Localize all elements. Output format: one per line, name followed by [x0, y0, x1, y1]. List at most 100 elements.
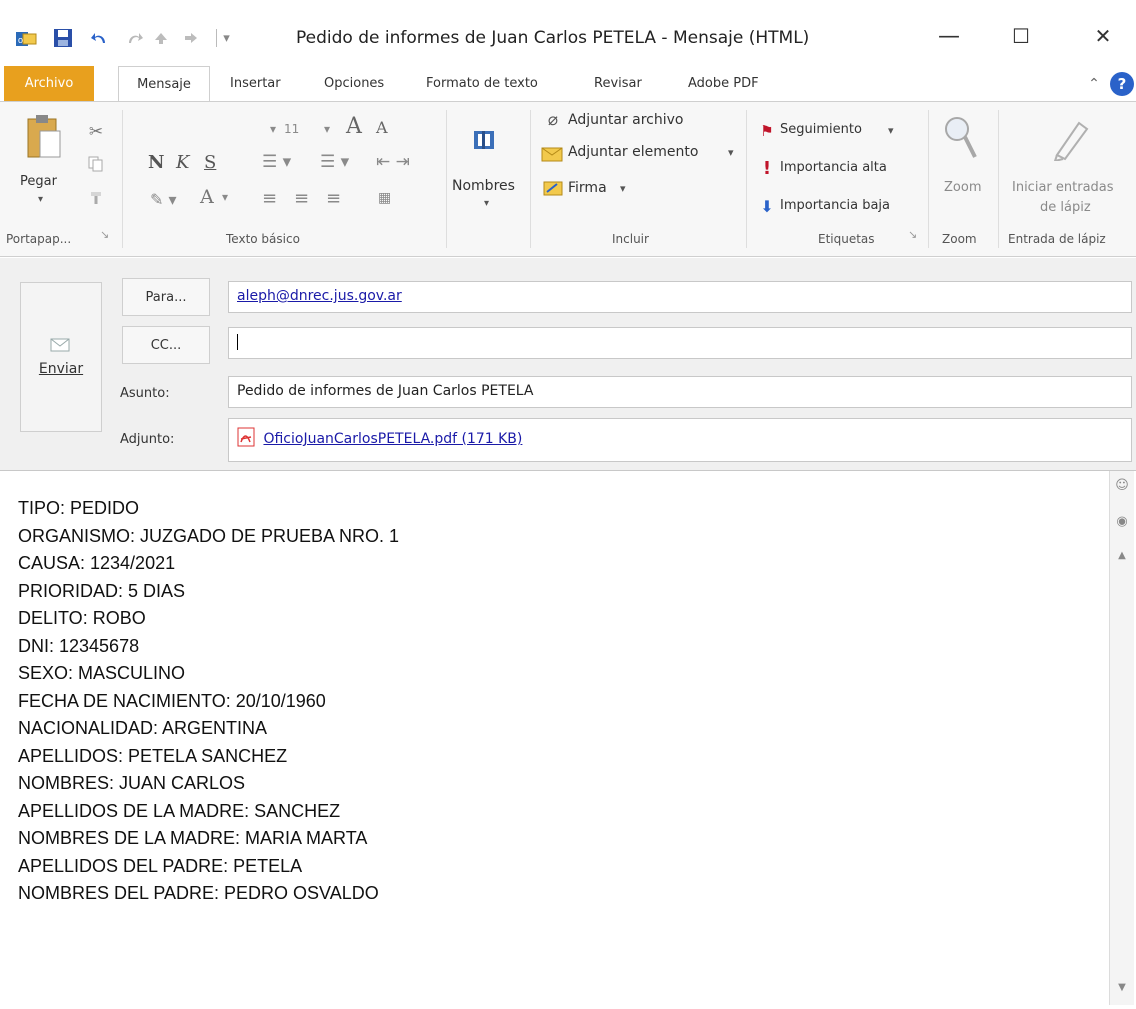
tab-insertar[interactable]: Insertar	[222, 66, 289, 101]
zoom-label[interactable]: Zoom	[944, 180, 981, 195]
scroll-down-icon[interactable]: ▼	[1114, 979, 1130, 995]
start-inking-label-2[interactable]: de lápiz	[1040, 200, 1091, 215]
styles-icon[interactable]: ▦	[378, 190, 391, 206]
separator	[928, 110, 929, 248]
maximize-button[interactable]: ☐	[998, 20, 1044, 52]
separator	[122, 110, 123, 248]
message-body-text: TIPO: PEDIDO ORGANISMO: JUZGADO DE PRUEBA…	[18, 495, 399, 908]
attach-item-dropdown-icon[interactable]: ▾	[728, 146, 734, 159]
high-importance-icon: !	[762, 157, 772, 179]
send-button[interactable]: Enviar	[20, 282, 102, 432]
to-recipient[interactable]: aleph@dnrec.jus.gov.ar	[237, 288, 402, 304]
scroll-up-icon[interactable]: ▲	[1114, 547, 1130, 563]
low-importance-button[interactable]: Importancia baja	[780, 198, 890, 213]
cc-button[interactable]: CC...	[122, 326, 210, 364]
subject-value: Pedido de informes de Juan Carlos PETELA	[237, 383, 534, 399]
tags-launcher-icon[interactable]: ↘	[908, 228, 917, 241]
align-right-icon[interactable]: ≡	[326, 188, 341, 209]
undo-icon[interactable]	[88, 26, 112, 50]
font-color-dropdown-icon[interactable]: ▾	[222, 190, 228, 204]
signature-button[interactable]: Firma	[568, 180, 607, 196]
attach-item-icon	[540, 144, 566, 164]
attach-file-button[interactable]: Adjuntar archivo	[568, 112, 683, 128]
contact-icon[interactable]: ◉	[1114, 513, 1130, 529]
save-icon[interactable]	[50, 26, 76, 50]
tab-mensaje[interactable]: Mensaje	[118, 66, 210, 103]
bold-button[interactable]: N	[148, 152, 164, 173]
tab-adobe-pdf[interactable]: Adobe PDF	[680, 66, 767, 101]
clipboard-paste-icon[interactable]	[22, 112, 66, 162]
names-label[interactable]: Nombres	[452, 178, 515, 194]
address-book-icon[interactable]	[470, 126, 498, 154]
attach-item-button[interactable]: Adjuntar elemento	[568, 144, 698, 160]
body-line: PRIORIDAD: 5 DIAS	[18, 580, 186, 601]
body-line: APELLIDOS DE LA MADRE: SANCHEZ	[18, 800, 341, 821]
basic-text-group-label: Texto básico	[226, 232, 300, 246]
bullets-icon[interactable]: ☰ ▾	[262, 152, 291, 172]
italic-button[interactable]: K	[176, 152, 189, 173]
high-importance-button[interactable]: Importancia alta	[780, 160, 887, 175]
numbering-icon[interactable]: ☰ ▾	[320, 152, 349, 172]
body-line: ORGANISMO: JUZGADO DE PRUEBA NRO. 1	[18, 525, 400, 546]
ribbon-tabs: Archivo Mensaje Insertar Opciones Format…	[0, 66, 1136, 103]
clipboard-group-label: Portapap...	[6, 232, 72, 246]
low-importance-icon: ⬇	[760, 196, 774, 216]
paperclip-icon: ⌀	[547, 110, 559, 130]
down-icon[interactable]	[180, 26, 202, 50]
tab-archivo[interactable]: Archivo	[4, 66, 94, 101]
message-body[interactable]: TIPO: PEDIDO ORGANISMO: JUZGADO DE PRUEBA…	[0, 470, 1136, 1009]
tab-revisar[interactable]: Revisar	[586, 66, 650, 101]
separator	[746, 110, 747, 248]
pen-icon[interactable]	[1048, 114, 1094, 162]
pdf-icon	[237, 427, 255, 451]
follow-up-button[interactable]: Seguimiento	[780, 122, 862, 137]
attachment-link[interactable]: OficioJuanCarlosPETELA.pdf (171 KB)	[263, 431, 522, 447]
shrink-font-button[interactable]: A	[376, 118, 388, 137]
vertical-scrollbar[interactable]: ☺ ◉ ▲ ▼	[1109, 471, 1134, 1005]
up-icon[interactable]	[150, 26, 172, 50]
send-label: Enviar	[38, 361, 84, 377]
align-left-icon[interactable]: ≡	[262, 188, 277, 209]
paste-label[interactable]: Pegar	[20, 174, 57, 189]
to-field[interactable]: aleph@dnrec.jus.gov.ar	[228, 281, 1132, 313]
font-color-button[interactable]: A	[200, 186, 214, 208]
collapse-ribbon-icon[interactable]: ⌃	[1084, 74, 1104, 94]
to-button[interactable]: Para...	[122, 278, 210, 316]
cut-icon[interactable]: ✂	[86, 122, 106, 142]
redo-icon[interactable]	[122, 26, 146, 50]
font-size-dropdown-icon[interactable]: ▾	[324, 122, 330, 136]
signature-icon	[542, 178, 566, 198]
indent-icons[interactable]: ⇤ ⇥	[376, 152, 410, 172]
subject-label: Asunto:	[120, 386, 170, 401]
underline-button[interactable]: S	[204, 152, 216, 173]
align-center-icon[interactable]: ≡	[294, 188, 309, 209]
tab-formato-de-texto[interactable]: Formato de texto	[418, 66, 546, 101]
customize-icon[interactable]: ▾	[212, 26, 234, 50]
flag-icon: ⚑	[760, 122, 774, 140]
format-painter-icon[interactable]	[86, 188, 106, 208]
names-dropdown-icon[interactable]: ▾	[484, 198, 489, 209]
cc-field[interactable]	[228, 327, 1132, 359]
body-line: NOMBRES DEL PADRE: PEDRO OSVALDO	[18, 883, 379, 903]
help-icon[interactable]: ?	[1110, 72, 1134, 96]
grow-font-button[interactable]: A	[346, 114, 362, 139]
minimize-button[interactable]: —	[926, 20, 972, 52]
tab-opciones[interactable]: Opciones	[316, 66, 392, 101]
signature-dropdown-icon[interactable]: ▾	[620, 182, 626, 195]
start-inking-label[interactable]: Iniciar entradas	[1012, 180, 1114, 195]
highlight-icon[interactable]: ✎ ▾	[150, 190, 177, 209]
ribbon: Pegar ▾ ✂ Portapap... ↘ ▾ 11 ▾ A A N K S…	[0, 101, 1136, 257]
outlook-icon: o	[14, 26, 38, 50]
paste-dropdown-icon[interactable]: ▾	[38, 194, 43, 205]
people-pane-icon[interactable]: ☺	[1114, 477, 1130, 493]
close-button[interactable]: ✕	[1080, 20, 1126, 52]
clipboard-launcher-icon[interactable]: ↘	[100, 228, 109, 241]
zoom-icon[interactable]	[942, 114, 978, 162]
subject-field[interactable]: Pedido de informes de Juan Carlos PETELA	[228, 376, 1132, 408]
font-size-value[interactable]: 11	[284, 122, 299, 136]
title-bar: o ▾ Pedido de informes de Juan Carlos PE…	[0, 0, 1136, 58]
font-name-dropdown-icon[interactable]: ▾	[270, 122, 276, 136]
copy-icon[interactable]	[86, 154, 106, 174]
follow-up-dropdown-icon[interactable]: ▾	[888, 124, 894, 137]
body-line: NOMBRES DE LA MADRE: MARIA MARTA	[18, 828, 368, 848]
